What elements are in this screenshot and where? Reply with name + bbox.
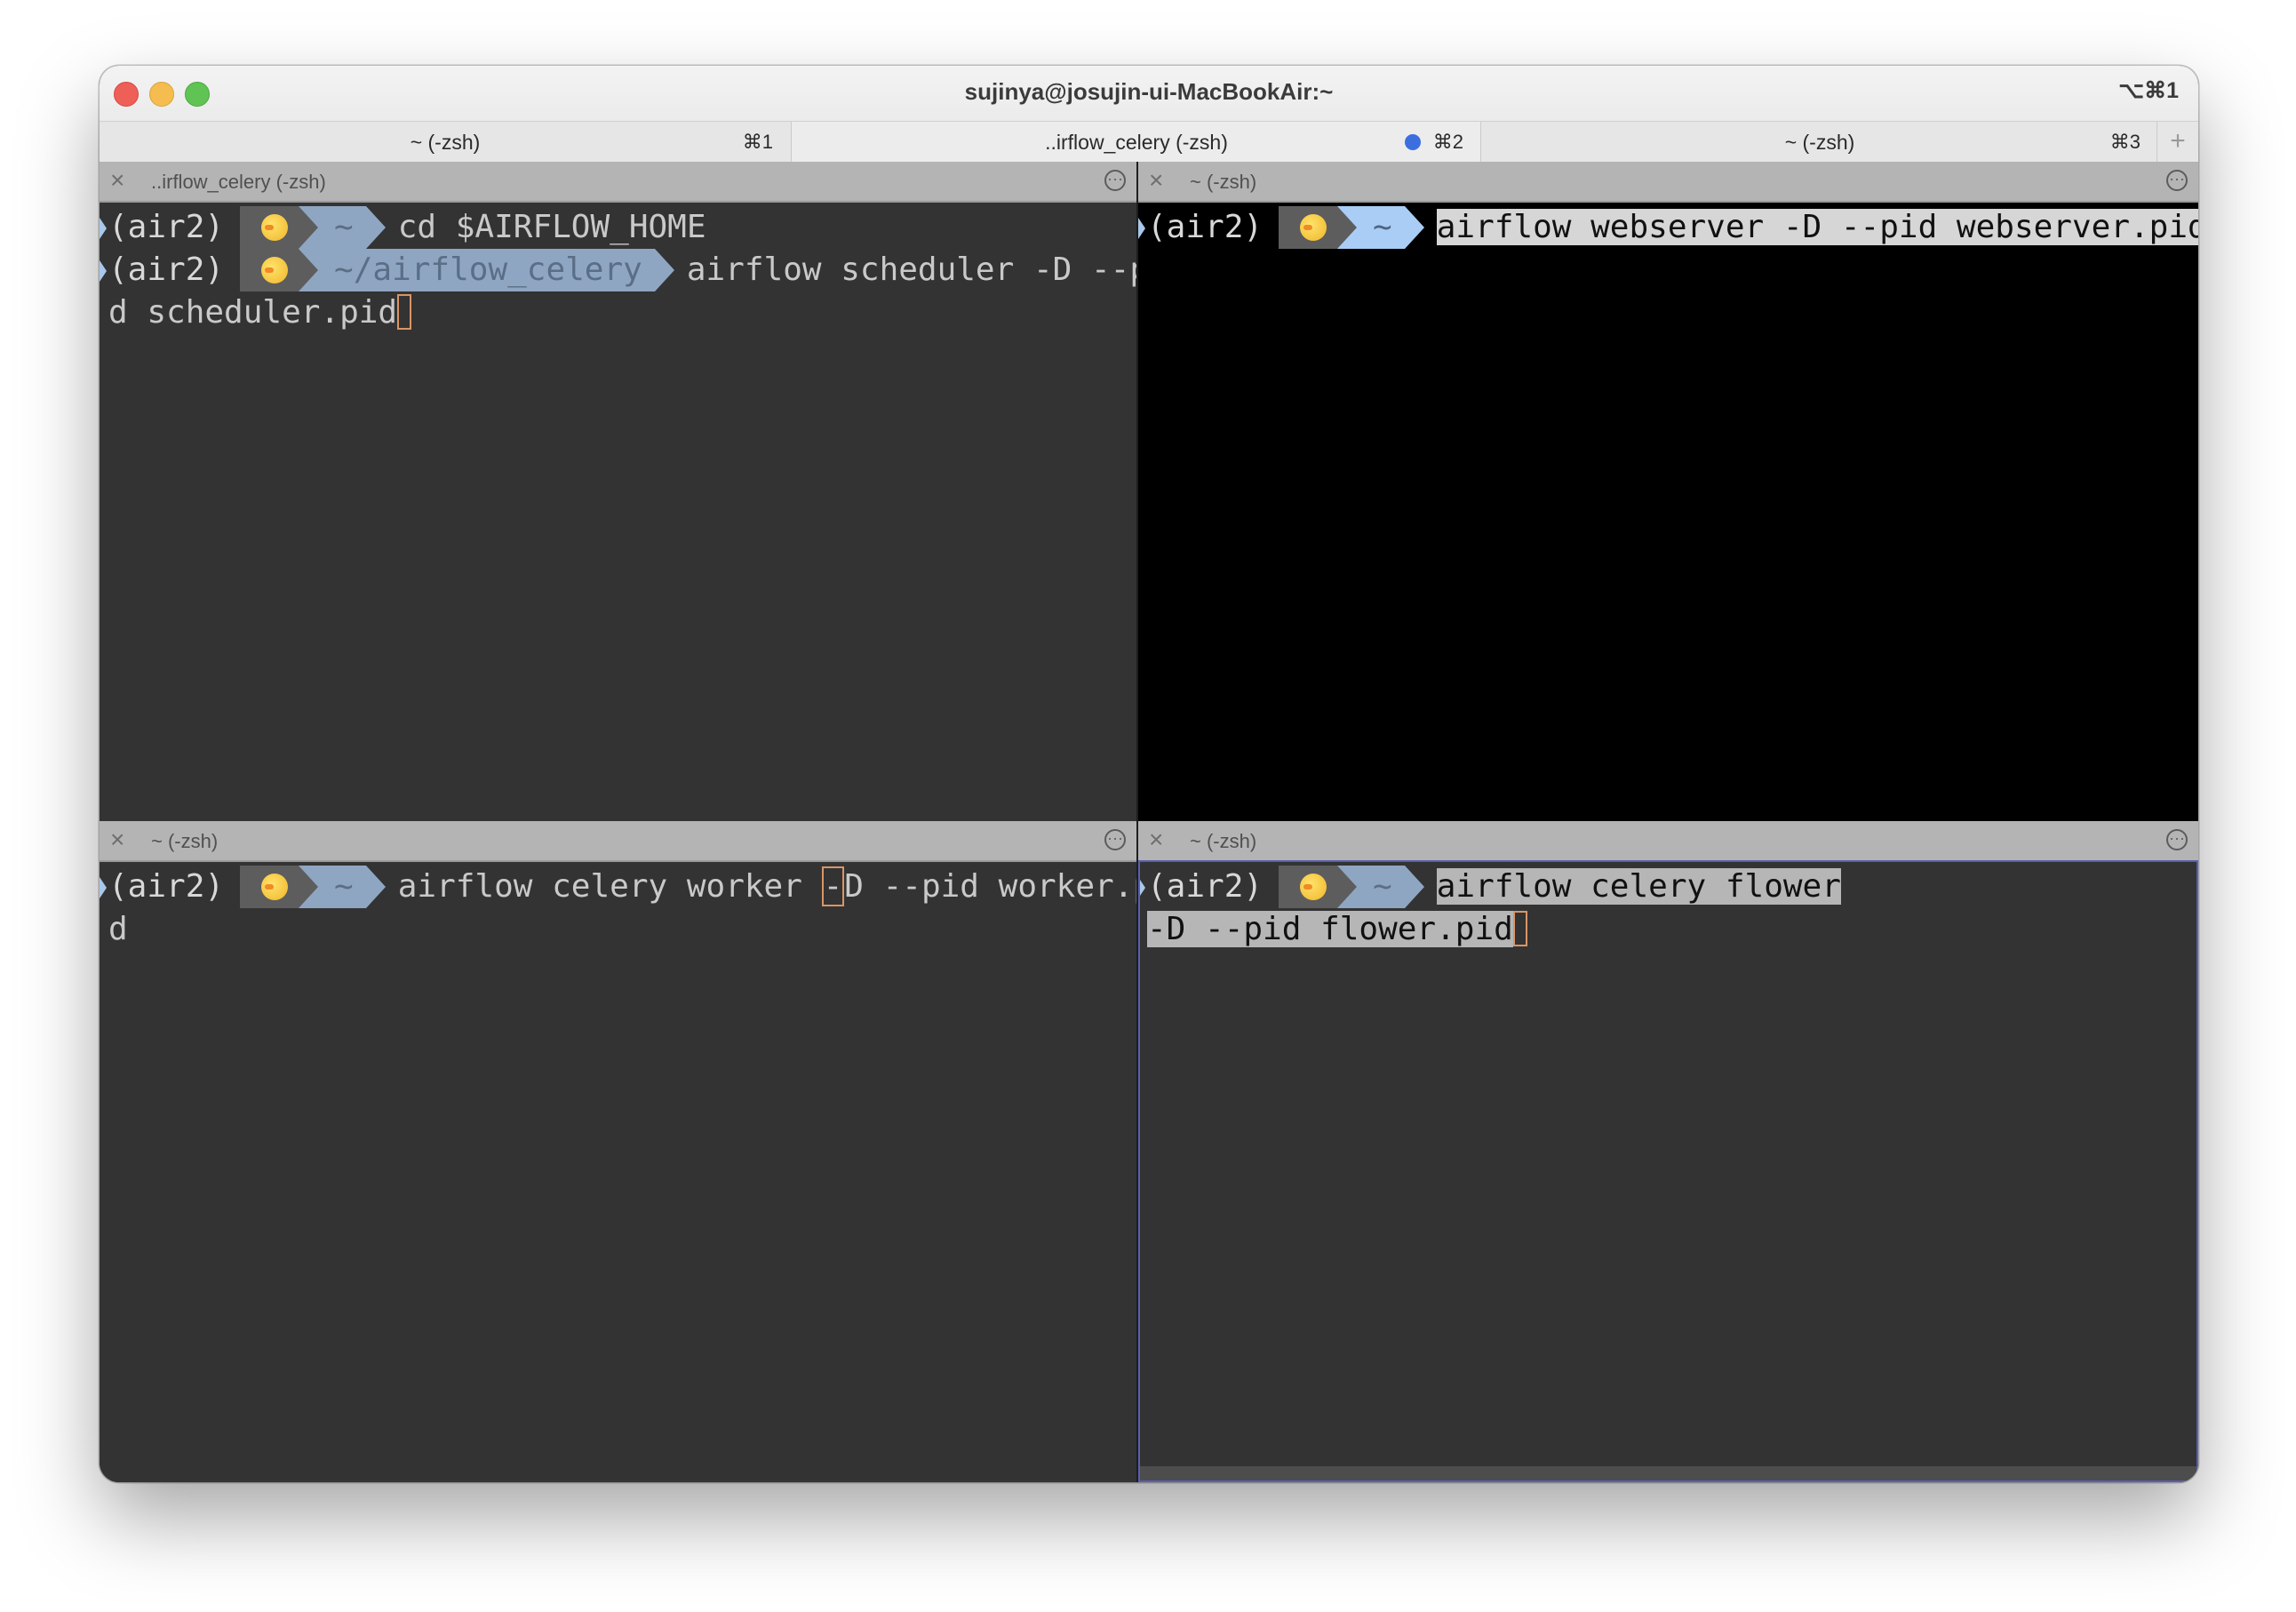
tab-bar: ~ (-zsh) ⌘1 ..irflow_celery (-zsh) ⌘2 ~ … bbox=[100, 121, 2198, 164]
close-icon[interactable]: × bbox=[1149, 826, 1163, 853]
split-divider[interactable] bbox=[1136, 162, 1138, 1482]
terminal-output[interactable]: (air2) ~ airflow webserver -D --pid webser… bbox=[1138, 203, 2198, 821]
directory-segment: ~ bbox=[299, 866, 386, 908]
command-text: airflow celery worker -D --pid worker.pi bbox=[397, 866, 1136, 906]
emoji-segment bbox=[240, 866, 299, 908]
duck-icon bbox=[1300, 874, 1327, 900]
title-bar[interactable]: sujinya@josujin-ui-MacBookAir:~ ⌥⌘1 bbox=[100, 66, 2198, 121]
prompt-marker-icon bbox=[1138, 218, 1145, 239]
more-icon[interactable]: ··· bbox=[1104, 170, 1126, 191]
text-cursor: - bbox=[821, 866, 845, 906]
prompt-marker-icon bbox=[100, 260, 107, 282]
prompt-line: (air2) ~ airflow webserver -D --pid webser… bbox=[1138, 206, 2198, 249]
close-icon[interactable]: × bbox=[110, 167, 124, 194]
pane-header: × ~ (-zsh) ··· bbox=[1138, 162, 2198, 203]
prompt-marker-icon bbox=[100, 218, 107, 239]
terminal-window: sujinya@josujin-ui-MacBookAir:~ ⌥⌘1 ~ (-… bbox=[100, 66, 2198, 1482]
venv-label: (air2) bbox=[108, 868, 225, 905]
directory-segment: ~ bbox=[1337, 206, 1424, 249]
prompt-marker-icon bbox=[1138, 877, 1145, 898]
wrapped-line: d bbox=[108, 911, 128, 947]
tab-3-shortcut: ⌘3 bbox=[2109, 131, 2141, 153]
pane-title: ..irflow_celery (-zsh) bbox=[151, 171, 326, 193]
new-tab-button[interactable]: + bbox=[2156, 122, 2198, 163]
directory-segment: ~/airflow_celery bbox=[299, 249, 674, 291]
window-shortcut: ⌥⌘1 bbox=[2118, 78, 2179, 103]
pane-header: × ~ (-zsh) ··· bbox=[1138, 821, 2198, 862]
more-icon[interactable]: ··· bbox=[2166, 170, 2188, 191]
duck-icon bbox=[1300, 214, 1327, 241]
tab-2-label: ..irflow_celery (-zsh) bbox=[1045, 131, 1228, 154]
venv-label: (air2) bbox=[108, 251, 225, 288]
tab-1-shortcut: ⌘1 bbox=[742, 131, 773, 153]
tab-2[interactable]: ..irflow_celery (-zsh) ⌘2 bbox=[791, 122, 1481, 163]
pane-bottom-right[interactable]: × ~ (-zsh) ··· (air2) ~ airflow celery flo… bbox=[1138, 821, 2198, 1482]
emoji-segment bbox=[240, 249, 299, 291]
tab-1-label: ~ (-zsh) bbox=[410, 131, 481, 154]
directory-segment: ~ bbox=[299, 206, 386, 249]
duck-icon bbox=[261, 874, 289, 900]
terminal-output[interactable]: (air2) ~ airflow celery flower -D --pid fl… bbox=[1138, 862, 2198, 1482]
tab-2-shortcut: ⌘2 bbox=[1432, 131, 1463, 153]
pane-header: × ~ (-zsh) ··· bbox=[100, 821, 1136, 862]
more-icon[interactable]: ··· bbox=[1104, 829, 1126, 850]
pane-top-right[interactable]: × ~ (-zsh) ··· (air2) ~ airflow webserver … bbox=[1138, 162, 2198, 821]
prompt-line: (air2) ~ airflow celery worker -D --pid wo… bbox=[100, 866, 1136, 908]
command-before-cursor: airflow celery worker bbox=[397, 868, 822, 905]
venv-label: (air2) bbox=[108, 209, 225, 245]
pane-title: ~ (-zsh) bbox=[1190, 830, 1257, 852]
window-title: sujinya@josujin-ui-MacBookAir:~ bbox=[964, 78, 1334, 105]
prompt-marker-icon bbox=[100, 877, 107, 898]
close-icon[interactable]: × bbox=[1149, 167, 1163, 194]
prompt-line: (air2) ~ cd $AIRFLOW_HOME bbox=[100, 206, 706, 249]
directory-segment: ~ bbox=[1337, 866, 1424, 908]
command-text: airflow webserver -D --pid webserver.pid bbox=[1436, 209, 2198, 245]
close-icon[interactable]: × bbox=[110, 826, 124, 853]
emoji-segment bbox=[1279, 866, 1338, 908]
terminal-output[interactable]: (air2) ~ airflow celery worker -D --pid wo… bbox=[100, 862, 1136, 1482]
command-after-cursor: D --pid worker.pi bbox=[844, 868, 1136, 905]
text-cursor bbox=[1512, 911, 1527, 946]
prompt-line: (air2) ~ airflow celery flower bbox=[1138, 866, 1841, 908]
terminal-output[interactable]: (air2) ~ cd $AIRFLOW_HOME (air2) ~/airflow_… bbox=[100, 203, 1136, 821]
more-icon[interactable]: ··· bbox=[2166, 829, 2188, 850]
venv-label: (air2) bbox=[1147, 209, 1264, 245]
emoji-segment bbox=[240, 206, 299, 249]
tab-1[interactable]: ~ (-zsh) ⌘1 bbox=[100, 122, 791, 163]
activity-dot-icon bbox=[1405, 134, 1421, 150]
command-text: airflow scheduler -D --pi bbox=[686, 251, 1136, 288]
pane-top-left[interactable]: × ..irflow_celery (-zsh) ··· (air2) ~ cd $… bbox=[100, 162, 1136, 821]
emoji-segment bbox=[1279, 206, 1338, 249]
wrapped-text: d scheduler.pid bbox=[108, 294, 398, 331]
text-cursor bbox=[397, 294, 412, 330]
wrapped-line: d scheduler.pid bbox=[108, 291, 412, 334]
tab-3-label: ~ (-zsh) bbox=[1784, 131, 1855, 154]
duck-icon bbox=[261, 214, 289, 241]
duck-icon bbox=[261, 257, 289, 283]
tab-3[interactable]: ~ (-zsh) ⌘3 bbox=[1480, 122, 2158, 163]
pane-title: ~ (-zsh) bbox=[151, 830, 219, 852]
wrapped-text: -D --pid flower.pid bbox=[1147, 911, 1513, 947]
wrapped-line: -D --pid flower.pid bbox=[1147, 908, 1527, 951]
pane-title: ~ (-zsh) bbox=[1190, 171, 1257, 193]
command-text: cd $AIRFLOW_HOME bbox=[397, 209, 706, 245]
pane-header: × ..irflow_celery (-zsh) ··· bbox=[100, 162, 1136, 203]
prompt-line: (air2) ~/airflow_celery airflow scheduler … bbox=[100, 249, 1136, 291]
pane-bottom-left[interactable]: × ~ (-zsh) ··· (air2) ~ airflow celery wor… bbox=[100, 821, 1136, 1482]
venv-label: (air2) bbox=[1147, 868, 1264, 905]
horizontal-scrollbar[interactable] bbox=[1138, 1466, 2198, 1482]
command-text: airflow celery flower bbox=[1436, 868, 1841, 905]
